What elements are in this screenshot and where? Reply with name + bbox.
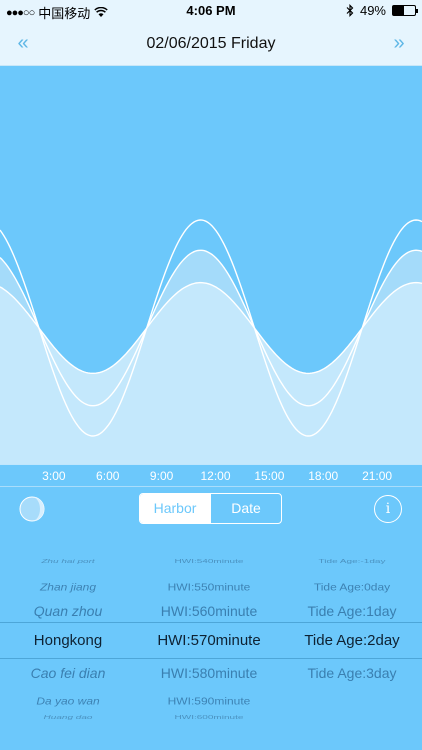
- tide-chart-svg: [0, 219, 422, 464]
- battery-level: [393, 6, 404, 15]
- picker-hwi-cell: HWI:590minute: [167, 695, 251, 707]
- picker-hwi-cell: HWI:580minute: [160, 665, 258, 681]
- picker-hwi-cell: HWI:560minute: [160, 603, 258, 619]
- status-bar: ●●●○○ 中国移动 4:06 PM 49%: [0, 0, 422, 22]
- picker-row[interactable]: Cao fei dian HWI:580minute Tide Age:3day: [0, 663, 422, 683]
- status-right: 49%: [346, 3, 418, 18]
- moon-phase-icon[interactable]: [18, 495, 46, 523]
- picker-row[interactable]: Zhan jiang HWI:550minute Tide Age:0day: [0, 578, 422, 596]
- time-tick-label: 21:00: [362, 469, 393, 483]
- picker-harbor-cell: Cao fei dian: [30, 665, 106, 681]
- info-icon[interactable]: i: [374, 495, 402, 523]
- tide-area-2: [0, 282, 422, 464]
- picker-row-selected[interactable]: Hongkong HWI:570minute Tide Age:2day: [0, 630, 422, 652]
- time-tick-label: 6:00: [96, 469, 120, 483]
- harbor-date-segment: Harbor Date: [139, 493, 282, 524]
- time-axis: 3:00 6:00 9:00 12:00 15:00 18:00 21:00: [0, 464, 422, 486]
- picker-hwi-cell: HWI:540minute: [174, 558, 244, 565]
- next-day-button[interactable]: »: [384, 30, 414, 58]
- time-tick-label: 9:00: [149, 469, 174, 483]
- picker-hwi-cell: HWI:550minute: [167, 581, 251, 593]
- picker-hwi-cell: HWI:600minute: [174, 714, 244, 721]
- picker-row[interactable]: Quan zhou HWI:560minute Tide Age:1day: [0, 601, 422, 621]
- picker-harbor-cell: Huang dao: [43, 714, 93, 721]
- battery-icon: [392, 5, 418, 16]
- picker-age-cell: Tide Age:0day: [313, 581, 391, 593]
- picker-age-cell: Tide Age:3day: [307, 665, 397, 681]
- date-header: « 02/06/2015 Friday »: [0, 22, 422, 66]
- toolbar: Harbor Date i: [0, 486, 422, 530]
- picker-row[interactable]: Huang dao HWI:600minute: [0, 713, 422, 723]
- picker-hwi-cell: HWI:570minute: [157, 632, 261, 649]
- picker-harbor-cell: Hongkong: [33, 632, 103, 649]
- tide-chart: [0, 66, 422, 464]
- picker-row[interactable]: Zhu hai port HWI:540minute Tide Age:-1day: [0, 557, 422, 567]
- time-tick-label: 3:00: [42, 469, 66, 483]
- picker-harbor-cell: Quan zhou: [33, 603, 103, 619]
- time-tick-label: 12:00: [200, 469, 231, 483]
- picker-age-cell: Tide Age:2day: [304, 632, 400, 649]
- harbor-picker[interactable]: Zhu hai port HWI:540minute Tide Age:-1day Z…: [0, 530, 422, 750]
- picker-selection-bottom-line: [0, 658, 422, 659]
- time-tick-label: 18:00: [308, 469, 339, 483]
- picker-harbor-cell: Zhu hai port: [41, 558, 95, 565]
- segment-date[interactable]: Date: [210, 494, 281, 523]
- bluetooth-icon: [346, 4, 354, 17]
- time-tick-label: 15:00: [254, 469, 285, 483]
- picker-age-cell: Tide Age:1day: [307, 603, 397, 619]
- picker-age-cell: Tide Age:-1day: [318, 558, 386, 565]
- picker-row[interactable]: Da yao wan HWI:590minute: [0, 692, 422, 710]
- segment-harbor[interactable]: Harbor: [140, 494, 210, 523]
- battery-percent: 49%: [359, 3, 386, 18]
- picker-harbor-cell: Zhan jiang: [39, 581, 97, 593]
- picker-harbor-cell: Da yao wan: [36, 695, 100, 707]
- picker-selection-top-line: [0, 622, 422, 623]
- date-title: 02/06/2015 Friday: [146, 35, 276, 52]
